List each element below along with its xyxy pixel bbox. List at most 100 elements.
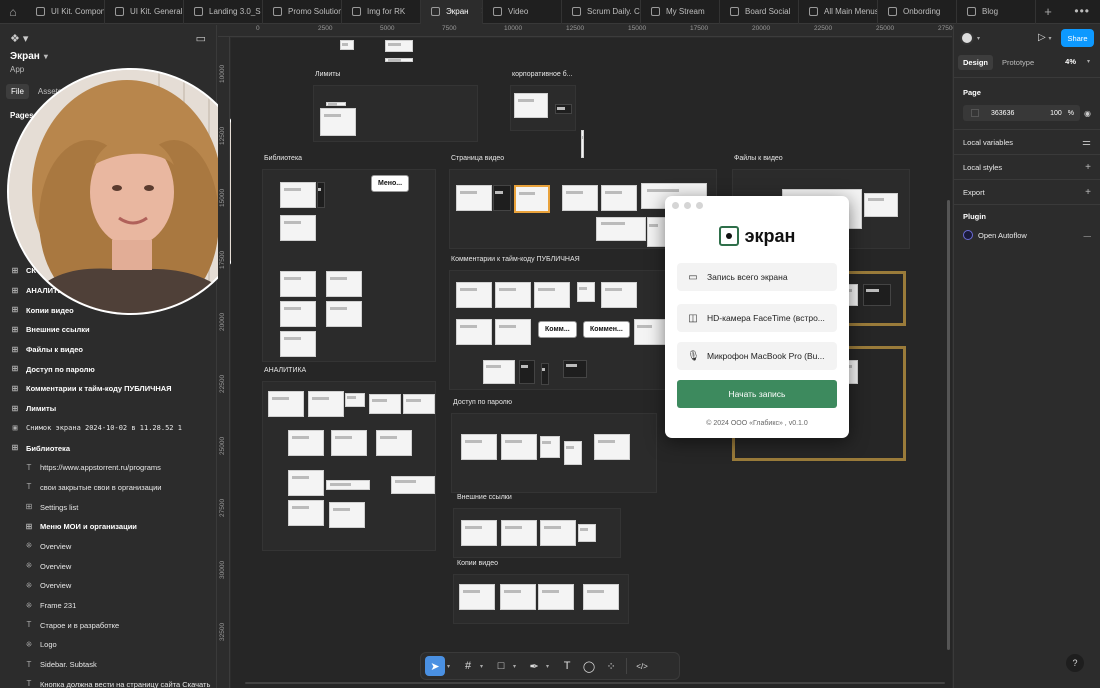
frame-thumbnail[interactable]: [634, 319, 666, 345]
callout-note[interactable]: Мено...: [371, 175, 410, 192]
chevron-down-icon[interactable]: ▾: [546, 663, 549, 670]
tab-12[interactable]: Blog: [957, 0, 1036, 24]
tab-3[interactable]: Promo Solution: [263, 0, 342, 24]
frame-thumbnail[interactable]: [280, 331, 316, 357]
rectangle-tool-icon[interactable]: □: [491, 656, 511, 676]
callout-note[interactable]: Коммен...: [583, 321, 630, 338]
frame-thumbnail[interactable]: [563, 360, 587, 378]
tab-9[interactable]: Board Social: [720, 0, 799, 24]
page-color-field[interactable]: 363636 100 %: [963, 105, 1081, 121]
remove-icon[interactable]: —: [1084, 231, 1092, 240]
frame-label[interactable]: Внешние ссылки: [457, 494, 512, 501]
horizontal-scrollbar[interactable]: [245, 682, 945, 684]
frame-thumbnail-selected[interactable]: [514, 185, 550, 213]
frame-thumbnail[interactable]: [601, 185, 637, 211]
plugin-item[interactable]: Open Autoflow —: [954, 226, 1100, 244]
tab-6[interactable]: Video: [483, 0, 562, 24]
frame-thumbnail[interactable]: [280, 215, 316, 241]
layer-item[interactable]: ⊞ Меню МОИ и организации: [0, 517, 217, 537]
frame-label[interactable]: АНАЛИТИКА: [264, 367, 306, 374]
more-icon[interactable]: •••: [1074, 4, 1090, 18]
local-styles-row[interactable]: Local styles +: [954, 154, 1100, 179]
layer-item[interactable]: ⊞ Внешние ссылки: [0, 320, 217, 340]
frame-thumbnail[interactable]: [385, 58, 413, 63]
layer-item[interactable]: ▣ Снимок экрана 2024-10-02 в 11.28.52 1: [0, 419, 217, 439]
tab-5[interactable]: Экран✕: [421, 0, 483, 24]
frame-label[interactable]: Лимиты: [315, 71, 340, 78]
tab-8[interactable]: My Stream: [641, 0, 720, 24]
user-avatar[interactable]: [960, 31, 974, 45]
minimize-dot[interactable]: [684, 202, 691, 209]
tab-7[interactable]: Scrum Daily. C: [562, 0, 641, 24]
frame-thumbnail[interactable]: [331, 430, 367, 456]
zoom-level[interactable]: 4%: [1065, 57, 1076, 66]
frame-thumbnail[interactable]: [578, 524, 596, 542]
maximize-dot[interactable]: [696, 202, 703, 209]
option-record-screen[interactable]: ▭ Запись всего экрана: [677, 263, 837, 291]
tab-design[interactable]: Design: [958, 54, 994, 70]
frame-thumbnail[interactable]: [483, 360, 515, 384]
frame-thumbnail[interactable]: [519, 360, 535, 384]
layer-item[interactable]: Thttps://www.appstorrent.ru/programs: [0, 458, 217, 478]
layer-item[interactable]: ⊞ Комментарии к тайм-коду ПУБЛИЧНАЯ: [0, 379, 217, 399]
tab-4[interactable]: Img for RK: [342, 0, 421, 24]
frame-label[interactable]: Копии видео: [457, 560, 498, 567]
frame-thumbnail[interactable]: [288, 430, 324, 456]
add-icon[interactable]: +: [1085, 162, 1091, 173]
frame-thumbnail[interactable]: [288, 470, 324, 496]
tab-11[interactable]: Onbording: [878, 0, 957, 24]
frame-tool-icon[interactable]: #: [458, 656, 478, 676]
layer-item[interactable]: T Кнопка должна вести на страницу сайта С…: [0, 674, 217, 688]
frame-thumbnail[interactable]: [500, 584, 536, 610]
comment-tool-icon[interactable]: ◯: [579, 656, 599, 676]
layer-item[interactable]: ⊞ Библиотека: [0, 438, 217, 458]
callout-note[interactable]: Комм...: [538, 321, 577, 338]
eye-icon[interactable]: ◉: [1084, 109, 1091, 118]
page-opacity[interactable]: 100: [1050, 110, 1062, 117]
layer-item[interactable]: T Старое и в разработке: [0, 615, 217, 635]
move-tool-icon[interactable]: ➤: [425, 656, 445, 676]
frame-thumbnail[interactable]: [461, 520, 497, 546]
layer-item[interactable]: T Sidebar. Subtask: [0, 655, 217, 675]
frame-thumbnail[interactable]: [538, 584, 574, 610]
new-tab-icon[interactable]: +: [1036, 4, 1060, 19]
frame-thumbnail[interactable]: [329, 502, 365, 528]
page-color-swatch[interactable]: [971, 109, 979, 117]
frame-thumbnail[interactable]: [308, 391, 344, 417]
frame-label[interactable]: Библиотека: [264, 155, 302, 162]
layer-item[interactable]: ⊞ Лимиты: [0, 399, 217, 419]
share-button[interactable]: Share: [1061, 29, 1094, 47]
frame-thumbnail[interactable]: [456, 319, 492, 345]
dev-mode-icon[interactable]: </>: [632, 656, 652, 676]
frame-thumbnail[interactable]: [326, 102, 346, 107]
frame-thumbnail[interactable]: [345, 393, 365, 407]
frame-thumbnail[interactable]: [385, 40, 413, 52]
layer-item[interactable]: ⊞ Файлы к видео: [0, 340, 217, 360]
text-tool-icon[interactable]: T: [557, 656, 577, 676]
layer-item[interactable]: ⊞ Settings list: [0, 497, 217, 517]
option-microphone[interactable]: 🎙 Микрофон MacBook Pro (Bu...: [677, 342, 837, 370]
tab-10[interactable]: All Main Menus: [799, 0, 878, 24]
frame-thumbnail[interactable]: [268, 391, 304, 417]
frame-thumbnail[interactable]: [391, 476, 435, 494]
frame-thumbnail[interactable]: [581, 130, 584, 158]
chevron-down-icon[interactable]: ▾: [513, 663, 516, 670]
frame-thumbnail[interactable]: [461, 434, 497, 460]
frame-label[interactable]: Комментарии к тайм-коду ПУБЛИЧНАЯ: [451, 256, 580, 263]
layer-item[interactable]: ⁜ Frame 231: [0, 596, 217, 616]
frame-thumbnail[interactable]: [594, 434, 630, 460]
page-color-hex[interactable]: 363636: [979, 110, 1050, 117]
add-icon[interactable]: +: [1085, 187, 1091, 198]
frame-thumbnail[interactable]: [583, 584, 619, 610]
chevron-down-icon[interactable]: ▾: [1087, 58, 1090, 65]
frame-thumbnail[interactable]: [541, 363, 549, 385]
frame-thumbnail[interactable]: [501, 520, 537, 546]
frame-label[interactable]: корпоративное б...: [512, 71, 573, 78]
present-icon[interactable]: ▷ ▾: [1038, 32, 1051, 43]
frame-thumbnail[interactable]: [534, 282, 570, 308]
layer-item[interactable]: ⁜ Logo: [0, 635, 217, 655]
tab-prototype[interactable]: Prototype: [997, 55, 1039, 70]
main-menu-icon[interactable]: ❖ ▾: [10, 32, 28, 45]
tab-1[interactable]: UI Kit. General: [105, 0, 184, 24]
chevron-down-icon[interactable]: ▾: [480, 663, 483, 670]
